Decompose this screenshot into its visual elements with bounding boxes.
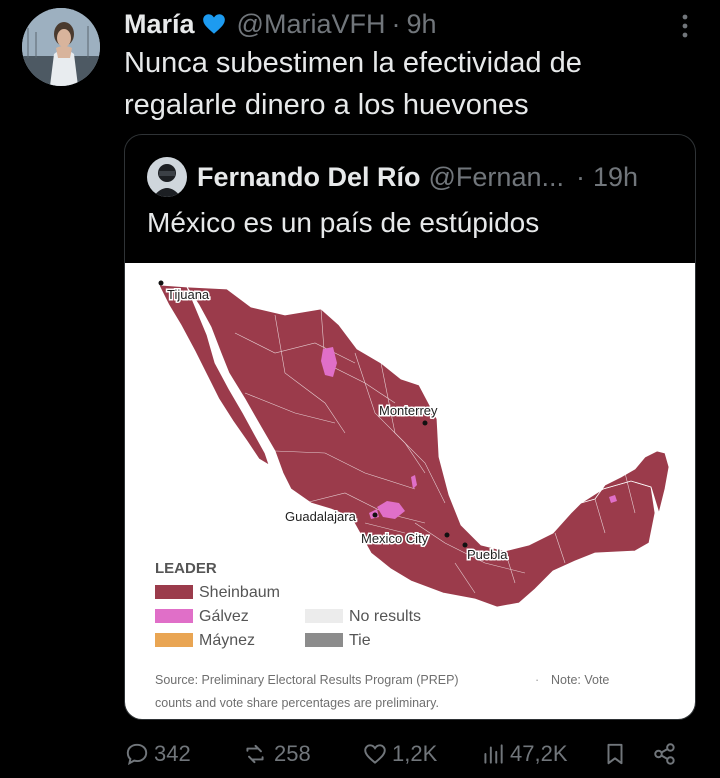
map-source-line-2: counts and vote share percentages are pr…	[155, 696, 439, 710]
election-map-image[interactable]: Tijuana Monterrey Guadalajara Mexico Cit…	[125, 263, 695, 719]
legend-title: LEADER	[155, 560, 217, 577]
legend-swatch-sheinbaum	[155, 585, 193, 599]
city-dot-mexico-city	[444, 532, 450, 538]
quoted-avatar[interactable]	[147, 157, 187, 197]
share-icon	[654, 743, 675, 765]
legend-swatch-no-results	[305, 609, 343, 623]
reply-icon	[126, 743, 148, 766]
retweet-count: 258	[274, 741, 311, 766]
legend-swatch-tie	[305, 633, 343, 647]
legend-label-maynez: Máynez	[199, 632, 255, 649]
quoted-timestamp: 19h	[592, 161, 639, 192]
reply-button[interactable]: 342	[124, 736, 191, 772]
quoted-display-name: Fernando Del Río	[197, 161, 421, 192]
city-label-puebla: Puebla	[467, 547, 508, 562]
retweet-icon	[246, 744, 264, 764]
reply-count: 342	[154, 741, 191, 766]
timestamp[interactable]: 9h	[406, 9, 436, 40]
tweet-text: Nunca subestimen la efectividad de regal…	[124, 47, 582, 121]
legend-label-galvez: Gálvez	[199, 608, 249, 625]
quoted-user-handle: @Fernan...	[428, 161, 564, 192]
tweet-header: María @MariaVFH · 9h	[124, 6, 690, 42]
quoted-tweet-header: Fernando Del Río @Fernan... · 19h	[147, 157, 638, 197]
legend-label-sheinbaum: Sheinbaum	[199, 584, 280, 601]
action-bar: 342 258 1,2K 47,2K	[124, 736, 684, 772]
heart-icon	[364, 744, 386, 764]
display-name[interactable]: María	[124, 9, 195, 40]
city-dot-guadalajara	[372, 512, 378, 518]
views-icon	[484, 744, 503, 764]
legend-swatch-maynez	[155, 633, 193, 647]
views-button[interactable]: 47,2K	[480, 736, 568, 772]
separator-dot: ·	[391, 8, 401, 39]
blue-heart-icon	[201, 11, 227, 37]
bookmark-icon	[607, 743, 623, 765]
bookmark-button[interactable]	[602, 736, 632, 772]
map-source-line-1: Source: Preliminary Electoral Results Pr…	[155, 673, 459, 687]
city-label-mexico-city: Mexico City	[361, 531, 429, 546]
legend-label-no-results: No results	[349, 608, 421, 625]
map-source-bullet: ·	[535, 673, 539, 687]
like-count: 1,2K	[392, 741, 438, 766]
user-handle[interactable]: @MariaVFH	[237, 9, 386, 40]
avatar[interactable]	[22, 8, 100, 86]
share-button[interactable]	[652, 736, 682, 772]
views-count: 47,2K	[510, 741, 568, 766]
city-label-guadalajara: Guadalajara	[285, 509, 357, 524]
retweet-button[interactable]: 258	[240, 736, 311, 772]
more-options-icon[interactable]	[674, 12, 696, 40]
like-button[interactable]: 1,2K	[362, 736, 437, 772]
city-label-tijuana: Tijuana	[167, 287, 210, 302]
city-dot-monterrey	[422, 420, 428, 426]
city-label-monterrey: Monterrey	[379, 403, 438, 418]
map-note-line-1: Note: Vote	[551, 673, 609, 687]
legend-label-tie: Tie	[349, 632, 371, 649]
quoted-separator-dot: ·	[575, 161, 585, 192]
city-dot-tijuana	[158, 280, 164, 286]
quoted-tweet[interactable]: Fernando Del Río @Fernan... · 19h México…	[124, 134, 696, 720]
legend-swatch-galvez	[155, 609, 193, 623]
quoted-tweet-text: México es un país de estúpidos	[147, 207, 540, 238]
